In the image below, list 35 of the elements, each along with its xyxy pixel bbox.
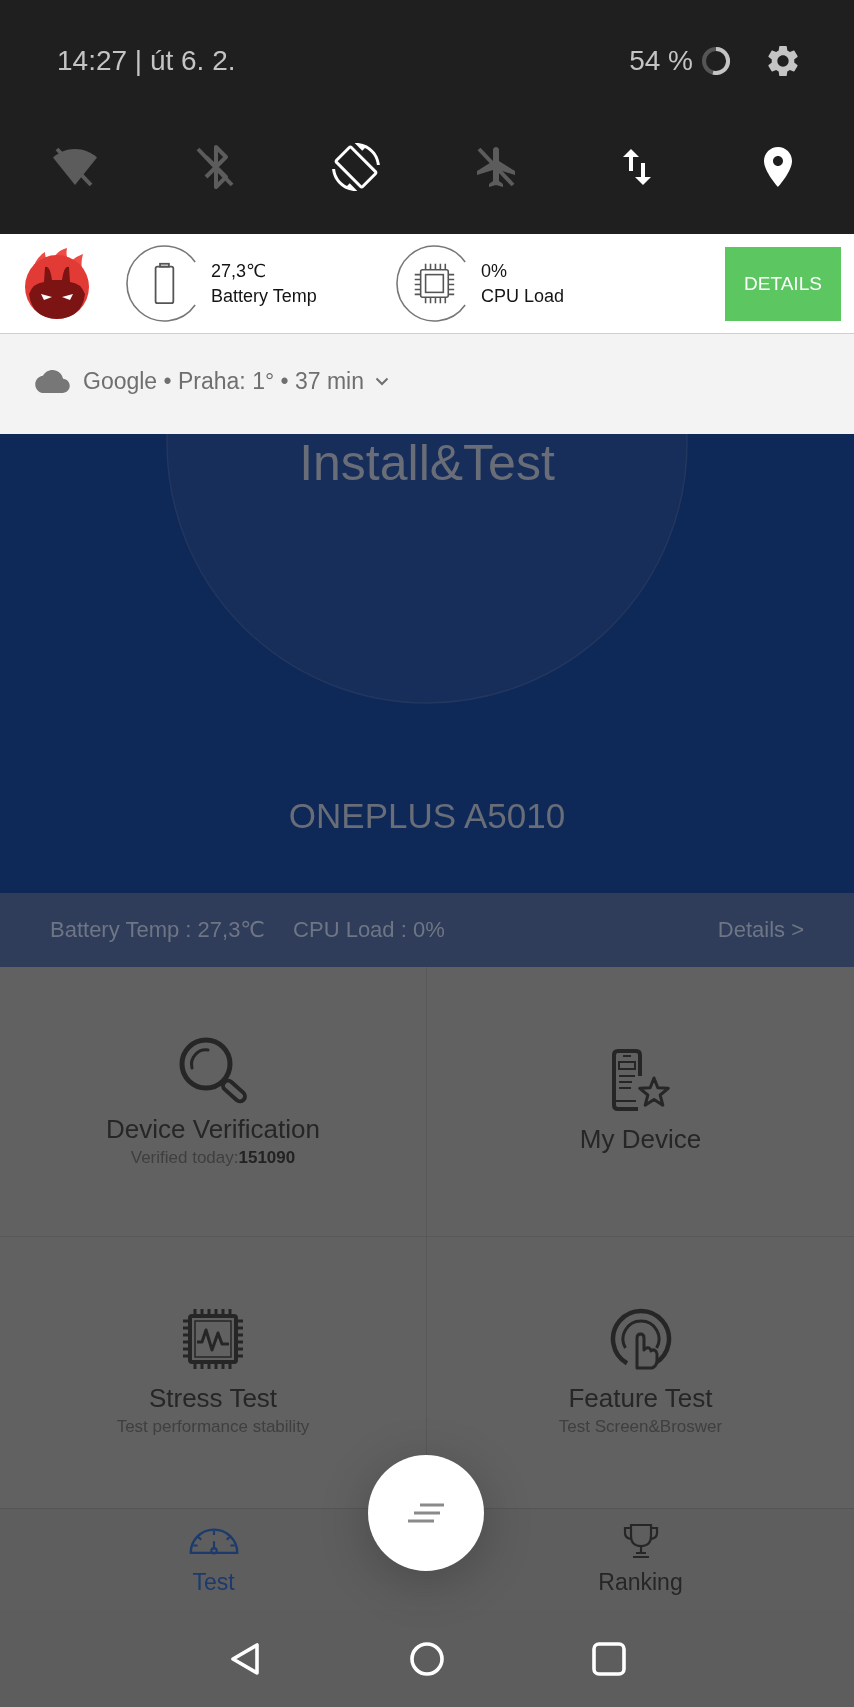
tile-title[interactable]: Feature Test xyxy=(568,1381,713,1414)
screen-rotation-icon[interactable] xyxy=(332,143,381,191)
cpu-load-text: CPU Load : 0% xyxy=(293,917,445,943)
tile-title[interactable]: Device Verification xyxy=(106,1112,320,1145)
battery-gauge-icon xyxy=(126,245,197,322)
recents-icon[interactable] xyxy=(592,1641,626,1676)
battery-percent: 54 % xyxy=(629,45,693,77)
datetime-text: 14:27 | út 6. 2. xyxy=(57,45,236,77)
chip-gauge-icon xyxy=(396,245,467,322)
chip-pulse-icon xyxy=(182,1307,244,1370)
lines-icon xyxy=(406,1503,446,1523)
gauge-icon xyxy=(188,1528,239,1555)
phone-star-icon xyxy=(609,1048,672,1111)
cloud-icon xyxy=(35,369,70,393)
nav-tab[interactable]: Test xyxy=(0,1509,427,1610)
battery-ring-icon xyxy=(702,47,730,75)
caret-down-icon[interactable] xyxy=(375,376,389,386)
home-icon[interactable] xyxy=(410,1641,444,1676)
nav-tab[interactable]: Ranking xyxy=(427,1509,854,1610)
device-model: ONEPLUS A5010 xyxy=(288,795,566,837)
weather-text: Google • Praha: 1° • 37 min xyxy=(83,367,364,395)
tile-title[interactable]: Stress Test xyxy=(148,1381,278,1414)
stat-value: 0% xyxy=(481,259,508,283)
stat-value: 27,3℃ xyxy=(211,259,268,283)
trophy-icon xyxy=(622,1523,659,1559)
stat-label: Battery Temp xyxy=(211,284,317,308)
details-button[interactable]: DETAILS xyxy=(725,246,841,321)
finger-touch-icon xyxy=(609,1307,672,1370)
battery-temp-text: Battery Temp : 27,3℃ xyxy=(50,917,266,943)
hero-title[interactable]: Install&Test xyxy=(299,434,555,492)
settings-icon[interactable] xyxy=(768,45,798,77)
details-link[interactable]: Details > xyxy=(717,917,804,943)
stat-label: CPU Load xyxy=(481,284,565,308)
tile-title[interactable]: My Device xyxy=(579,1122,702,1155)
back-icon[interactable] xyxy=(228,1641,262,1676)
